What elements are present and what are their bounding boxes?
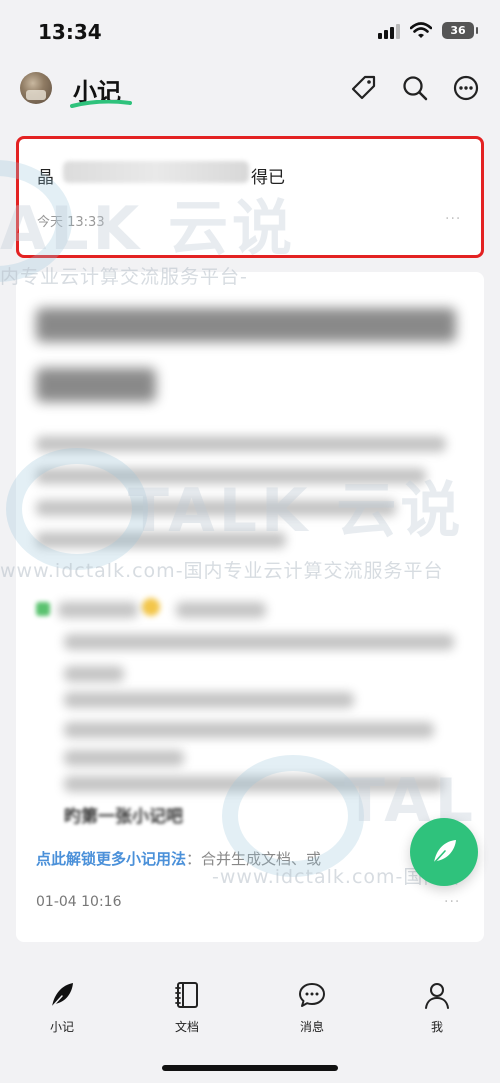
home-indicator [162,1065,338,1071]
notebook-icon [175,982,198,1008]
signal-icon [378,23,400,39]
tab-notes[interactable]: 小记 [22,980,102,1035]
feather-icon [51,983,73,1008]
guide-text-blur [64,722,434,738]
app-header: 小记 [0,62,500,118]
search-icon[interactable] [401,74,429,102]
guide-timestamp: 01-04 10:16 [36,894,122,910]
note-more-button[interactable]: ··· [445,211,461,227]
more-options-icon[interactable] [452,74,480,102]
guide-text-blur [64,750,184,766]
watermark-logo-icon [6,448,148,570]
guide-text-blur [176,602,266,618]
status-icons: 36 [378,22,478,39]
guide-text-blur [64,634,454,650]
new-note-button[interactable] [410,818,478,886]
chat-bubble-icon [299,983,325,1007]
person-icon [425,983,449,1009]
battery-level: 36 [450,24,466,37]
guide-more-button[interactable]: ··· [444,894,460,910]
guide-text-blur [36,436,446,452]
unlock-usage-link[interactable]: 点此解锁更多小记用法 [36,850,186,868]
note-title-redacted [63,161,249,183]
checkbox-icon [36,602,50,616]
status-time: 13:34 [38,20,102,44]
guide-text-blur [64,692,354,708]
tab-label: 我 [430,1020,443,1034]
guide-text-blur [64,666,124,682]
guide-last-line: 旳第一张小记吧 [64,807,183,827]
note-title-end: 得已 [251,168,285,188]
battery-icon: 36 [442,22,478,39]
tab-me[interactable]: 我 [397,980,477,1035]
wifi-icon [410,22,432,38]
note-card[interactable]: 晶 得已 今天 13:33 ··· [16,136,484,258]
tab-documents[interactable]: 文档 [147,980,227,1035]
watermark-logo-icon [222,755,364,877]
tab-label: 消息 [299,1020,324,1034]
status-bar: 13:34 36 [0,0,500,62]
tab-label: 文档 [174,1020,199,1034]
emoji-icon [142,598,160,616]
title-underline [70,100,132,108]
tab-messages[interactable]: 消息 [272,980,352,1035]
avatar[interactable] [20,72,52,104]
tab-label: 小记 [49,1020,74,1034]
feather-icon [433,840,456,864]
guide-text-blur [58,602,138,618]
guide-title-blur [36,308,456,342]
tag-icon[interactable] [350,74,378,102]
guide-title-blur [36,368,156,402]
